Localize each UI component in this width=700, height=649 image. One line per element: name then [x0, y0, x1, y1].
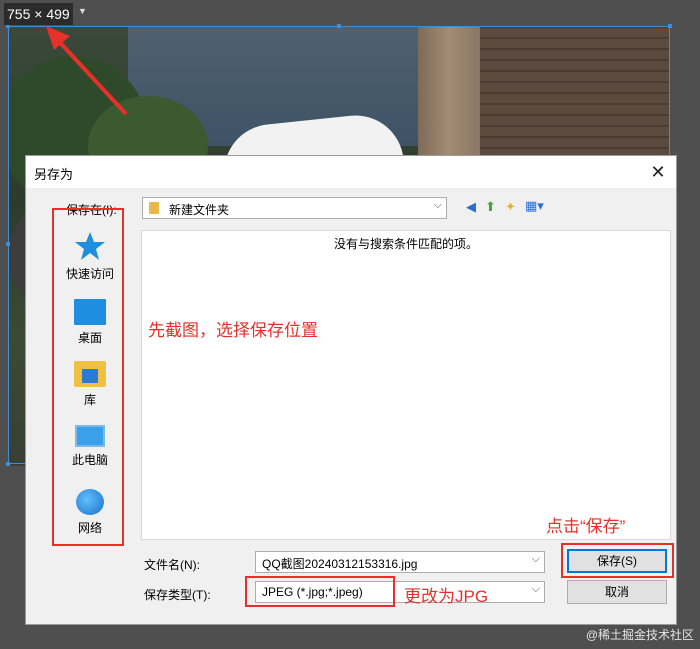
chevron-down-icon: ⌵	[433, 199, 442, 211]
dialog-title: 另存为	[34, 167, 74, 182]
chevron-down-icon[interactable]: ⌵	[532, 553, 540, 566]
filename-input[interactable]: QQ截图20240312153316.jpg ⌵	[255, 551, 545, 573]
dropdown-arrow-icon[interactable]: ▼	[78, 6, 87, 16]
annotation-step3: 更改为JPG	[404, 587, 489, 606]
watermark: @稀土掘金技术社区	[585, 628, 694, 642]
empty-message: 没有与搜索条件匹配的项。	[333, 237, 478, 251]
new-folder-icon[interactable]: ✦	[505, 199, 516, 215]
back-icon[interactable]: ◀	[466, 199, 476, 215]
dialog-titlebar: 另存为 ✕	[26, 156, 676, 188]
close-button[interactable]: ✕	[646, 160, 670, 184]
cancel-button[interactable]: 取消	[567, 580, 667, 604]
annotation-box-places	[52, 208, 124, 546]
save-in-dropdown[interactable]: 新建文件夹 ⌵	[142, 197, 447, 219]
annotation-step2: 点击“保存”	[546, 517, 626, 536]
filetype-label: 保存类型(T):	[144, 588, 211, 602]
up-folder-icon[interactable]: ⬆	[485, 199, 496, 215]
filename-label: 文件名(N):	[144, 558, 200, 572]
resize-handle-bottom-left[interactable]	[6, 462, 10, 466]
red-arrow-icon	[46, 26, 128, 116]
save-in-value: 新建文件夹	[169, 203, 230, 217]
resize-handle-top-right[interactable]	[668, 24, 672, 28]
view-menu-icon[interactable]: ▦▾	[525, 198, 544, 214]
folder-icon	[149, 202, 159, 214]
annotation-box-filetype	[245, 576, 395, 607]
file-list[interactable]: 没有与搜索条件匹配的项。	[141, 230, 671, 540]
chevron-down-icon: ⌵	[531, 583, 540, 595]
resize-handle-top[interactable]	[337, 24, 341, 28]
annotation-box-save	[561, 543, 674, 578]
resize-handle-left[interactable]	[6, 242, 10, 246]
size-label: 755 × 499	[4, 3, 73, 25]
annotation-step1: 先截图，选择保存位置	[148, 321, 318, 340]
